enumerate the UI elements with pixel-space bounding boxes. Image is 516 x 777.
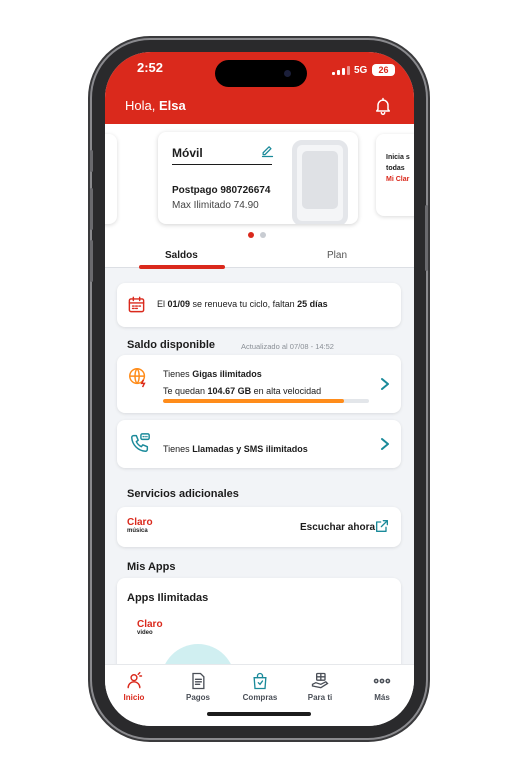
chevron-right-icon[interactable] xyxy=(379,437,391,451)
bell-icon[interactable] xyxy=(373,96,393,116)
globe-icon xyxy=(129,368,146,388)
external-link-icon[interactable] xyxy=(374,518,390,534)
greeting: Hola, Elsa xyxy=(125,98,186,113)
gigas-progress-bar xyxy=(163,399,369,403)
tab-plan[interactable]: Plan xyxy=(327,250,347,261)
nav-compras[interactable]: Compras xyxy=(235,671,285,702)
gift-hand-icon xyxy=(311,672,329,689)
bottom-navigation: Inicio Pagos Compras Para ti Más xyxy=(105,664,414,726)
nav-inicio[interactable]: Inicio xyxy=(109,671,159,702)
edit-icon[interactable] xyxy=(260,144,275,159)
nav-pagos[interactable]: Pagos xyxy=(173,671,223,702)
gigas-progress-fill xyxy=(163,399,345,403)
power-button xyxy=(425,205,428,271)
dynamic-island xyxy=(215,60,307,87)
network-label: 5G xyxy=(354,65,368,76)
account-card[interactable]: Móvil Postpago 980726674 Max Ilimitado 7… xyxy=(158,132,358,224)
phone-chat-icon xyxy=(131,433,150,452)
apps-subtitle: Apps Ilimitadas xyxy=(127,592,209,604)
claro-video-logo[interactable]: Claro video xyxy=(137,620,163,638)
signal-icon xyxy=(332,66,350,75)
escuchar-ahora-link[interactable]: Escuchar ahora xyxy=(300,522,375,533)
cycle-renewal-banner: El 01/09 se renueva tu ciclo, faltan 25 … xyxy=(117,283,401,327)
nav-mas[interactable]: Más xyxy=(357,671,407,702)
saldo-section-title: Saldo disponible xyxy=(127,339,216,351)
gigas-remaining: Te quedan 104.67 GB en alta velocidad xyxy=(163,386,322,396)
servicios-section-title: Servicios adicionales xyxy=(127,488,239,500)
card-line-plan: Max Ilimitado 74.90 xyxy=(172,200,259,211)
silent-switch xyxy=(90,150,93,172)
gigas-label: Tienes Gigas ilimitados xyxy=(163,369,262,379)
phone-illustration xyxy=(292,140,348,224)
calls-sms-card[interactable]: Tienes Llamadas y SMS ilimitados xyxy=(117,420,401,468)
battery-icon: 26 xyxy=(372,64,395,76)
claro-musica-logo: Claro música xyxy=(127,517,153,535)
card-title: Móvil xyxy=(172,146,203,160)
tab-bar: Saldos Plan xyxy=(105,244,414,269)
apps-section-title: Mis Apps xyxy=(127,561,176,573)
carousel-dot-active[interactable] xyxy=(248,232,254,238)
card-divider xyxy=(172,164,272,165)
status-time: 2:52 xyxy=(137,60,164,75)
calls-sms-label: Tienes Llamadas y SMS ilimitados xyxy=(163,444,308,454)
shopping-bag-icon xyxy=(253,672,267,690)
volume-down-button xyxy=(90,240,93,282)
claro-musica-card[interactable]: Claro música Escuchar ahora xyxy=(117,507,401,547)
nav-para-ti[interactable]: Para ti xyxy=(295,671,345,702)
app-screen: 2:52 5G 26 Hola, Elsa Móvil Postpago 980… xyxy=(105,52,414,726)
gigas-card[interactable]: Tienes Gigas ilimitados Te quedan 104.67… xyxy=(117,355,401,413)
carousel-card-previous[interactable] xyxy=(105,134,117,224)
card-line-postpago: Postpago 980726674 xyxy=(172,185,271,196)
app-header: 2:52 5G 26 Hola, Elsa xyxy=(105,52,414,124)
renewal-text: El 01/09 se renueva tu ciclo, faltan 25 … xyxy=(157,299,328,309)
calendar-icon xyxy=(128,296,145,313)
home-indicator xyxy=(207,712,311,716)
carousel-dot[interactable] xyxy=(260,232,266,238)
carousel-dots xyxy=(248,232,266,238)
receipt-icon xyxy=(192,672,205,690)
active-tab-indicator xyxy=(139,265,225,269)
carousel-card-next[interactable]: Inicia s todas Mi Clar xyxy=(376,134,414,216)
chevron-right-icon[interactable] xyxy=(379,377,391,391)
tab-saldos[interactable]: Saldos xyxy=(165,250,198,261)
home-user-icon xyxy=(127,671,143,689)
updated-timestamp: Actualizado al 07/08 - 14:52 xyxy=(241,342,334,351)
more-dots-icon xyxy=(373,678,391,684)
volume-up-button xyxy=(90,188,93,230)
